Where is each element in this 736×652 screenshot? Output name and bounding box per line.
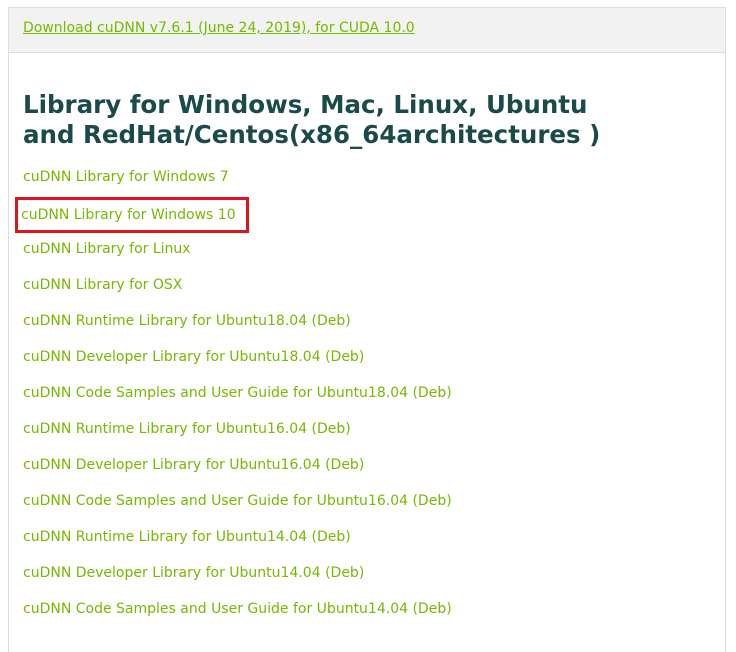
list-item: cuDNN Runtime Library for Ubuntu14.04 (D… (23, 525, 452, 561)
list-item: cuDNN Runtime Library for Ubuntu16.04 (D… (23, 417, 452, 453)
link-runtime-ubuntu1804[interactable]: cuDNN Runtime Library for Ubuntu18.04 (D… (23, 313, 351, 329)
link-osx[interactable]: cuDNN Library for OSX (23, 277, 182, 293)
link-samples-ubuntu1404[interactable]: cuDNN Code Samples and User Guide for Ub… (23, 601, 452, 617)
list-item: cuDNN Library for OSX (23, 273, 452, 309)
list-item: cuDNN Library for Windows 7 (23, 165, 452, 201)
download-panel: Download cuDNN v7.6.1 (June 24, 2019), f… (8, 7, 726, 652)
link-windows-10[interactable]: cuDNN Library for Windows 10 (15, 197, 249, 233)
link-runtime-ubuntu1404[interactable]: cuDNN Runtime Library for Ubuntu14.04 (D… (23, 529, 351, 545)
link-windows-7[interactable]: cuDNN Library for Windows 7 (23, 169, 229, 185)
list-item: cuDNN Developer Library for Ubuntu14.04 … (23, 561, 452, 597)
link-linux[interactable]: cuDNN Library for Linux (23, 241, 191, 257)
download-version-link[interactable]: Download cuDNN v7.6.1 (June 24, 2019), f… (23, 20, 415, 36)
link-developer-ubuntu1604[interactable]: cuDNN Developer Library for Ubuntu16.04 … (23, 457, 364, 473)
list-item: cuDNN Library for Linux (23, 237, 452, 273)
link-samples-ubuntu1604[interactable]: cuDNN Code Samples and User Guide for Ub… (23, 493, 452, 509)
list-item: cuDNN Developer Library for Ubuntu16.04 … (23, 453, 452, 489)
list-item: cuDNN Runtime Library for Ubuntu18.04 (D… (23, 309, 452, 345)
link-samples-ubuntu1804[interactable]: cuDNN Code Samples and User Guide for Ub… (23, 385, 452, 401)
library-link-list: cuDNN Library for Windows 7 cuDNN Librar… (15, 165, 452, 633)
list-item: cuDNN Developer Library for Ubuntu18.04 … (23, 345, 452, 381)
link-developer-ubuntu1804[interactable]: cuDNN Developer Library for Ubuntu18.04 … (23, 349, 364, 365)
list-item: cuDNN Code Samples and User Guide for Ub… (23, 381, 452, 417)
link-runtime-ubuntu1604[interactable]: cuDNN Runtime Library for Ubuntu16.04 (D… (23, 421, 351, 437)
list-item: cuDNN Library for Windows 10 (15, 197, 452, 237)
list-item: cuDNN Code Samples and User Guide for Ub… (23, 597, 452, 633)
panel-header: Download cuDNN v7.6.1 (June 24, 2019), f… (9, 8, 725, 53)
section-title: Library for Windows, Mac, Linux, Ubuntu … (23, 90, 601, 149)
link-developer-ubuntu1404[interactable]: cuDNN Developer Library for Ubuntu14.04 … (23, 565, 364, 581)
list-item: cuDNN Code Samples and User Guide for Ub… (23, 489, 452, 525)
